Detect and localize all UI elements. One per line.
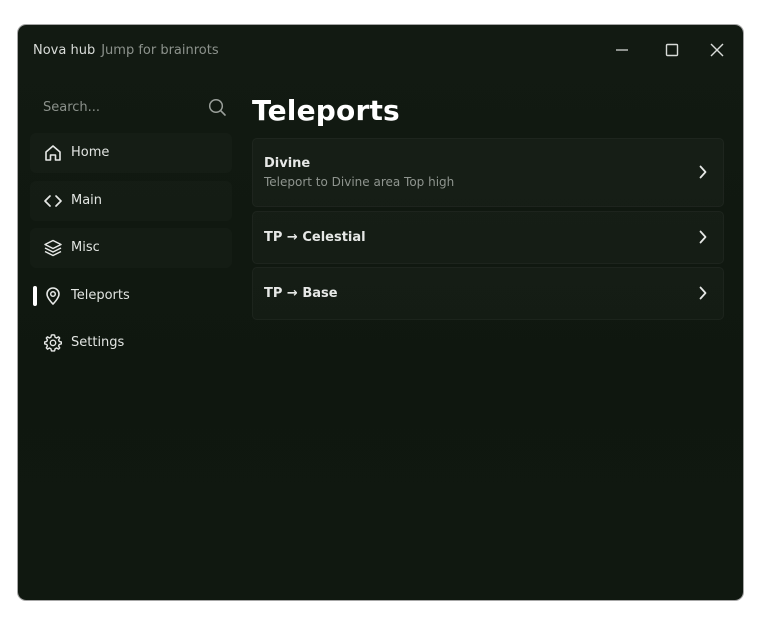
sidebar-item-label: Misc [71, 240, 100, 255]
button-label: TP → Celestial [264, 230, 366, 245]
minimize-button[interactable] [611, 39, 633, 61]
chevron-right-icon [699, 165, 707, 179]
button-description: Teleport to Divine area Top high [264, 175, 455, 189]
close-button[interactable] [706, 39, 728, 61]
sidebar: Home Main Misc Teleports [30, 87, 232, 371]
sidebar-item-home[interactable]: Home [30, 133, 232, 173]
code-icon [44, 194, 62, 207]
window-title: Nova hub Jump for brainrots [33, 43, 219, 58]
title-bar[interactable]: Nova hub Jump for brainrots [18, 25, 743, 77]
teleport-celestial-button[interactable]: TP → Celestial [252, 211, 724, 264]
window-title-text: Nova hub [33, 43, 96, 58]
hub-window: Nova hub Jump for brainrots Search... Ho… [18, 25, 743, 600]
close-icon [710, 43, 724, 57]
home-icon [45, 145, 61, 161]
search-box [30, 87, 232, 127]
search-input[interactable] [30, 87, 203, 127]
maximize-button[interactable] [661, 39, 683, 61]
maximize-icon [665, 43, 679, 57]
sidebar-item-teleports[interactable]: Teleports [30, 276, 232, 316]
active-indicator [33, 285, 37, 306]
chevron-right-icon [699, 286, 707, 300]
teleport-base-button[interactable]: TP → Base [252, 267, 724, 320]
button-label: TP → Base [264, 286, 338, 301]
chevron-right-icon [699, 230, 707, 244]
minimize-icon [616, 49, 628, 51]
search-icon[interactable] [208, 98, 227, 117]
sidebar-item-label: Teleports [71, 287, 130, 303]
gear-icon [44, 334, 62, 352]
sidebar-item-label: Settings [71, 335, 125, 350]
sidebar-item-label: Main [71, 192, 103, 208]
teleport-divine-button[interactable]: Divine Teleport to Divine area Top high [252, 138, 724, 207]
sidebar-item-misc[interactable]: Misc [30, 228, 232, 268]
window-subtitle: Jump for brainrots [101, 43, 219, 58]
sidebar-item-main[interactable]: Main [30, 181, 232, 221]
sidebar-item-label: Home [71, 145, 110, 160]
page-title: Teleports [252, 94, 400, 127]
sidebar-item-settings[interactable]: Settings [30, 323, 232, 363]
map-pin-icon [46, 286, 60, 305]
button-label: Divine [264, 156, 311, 171]
layers-icon [44, 239, 62, 257]
